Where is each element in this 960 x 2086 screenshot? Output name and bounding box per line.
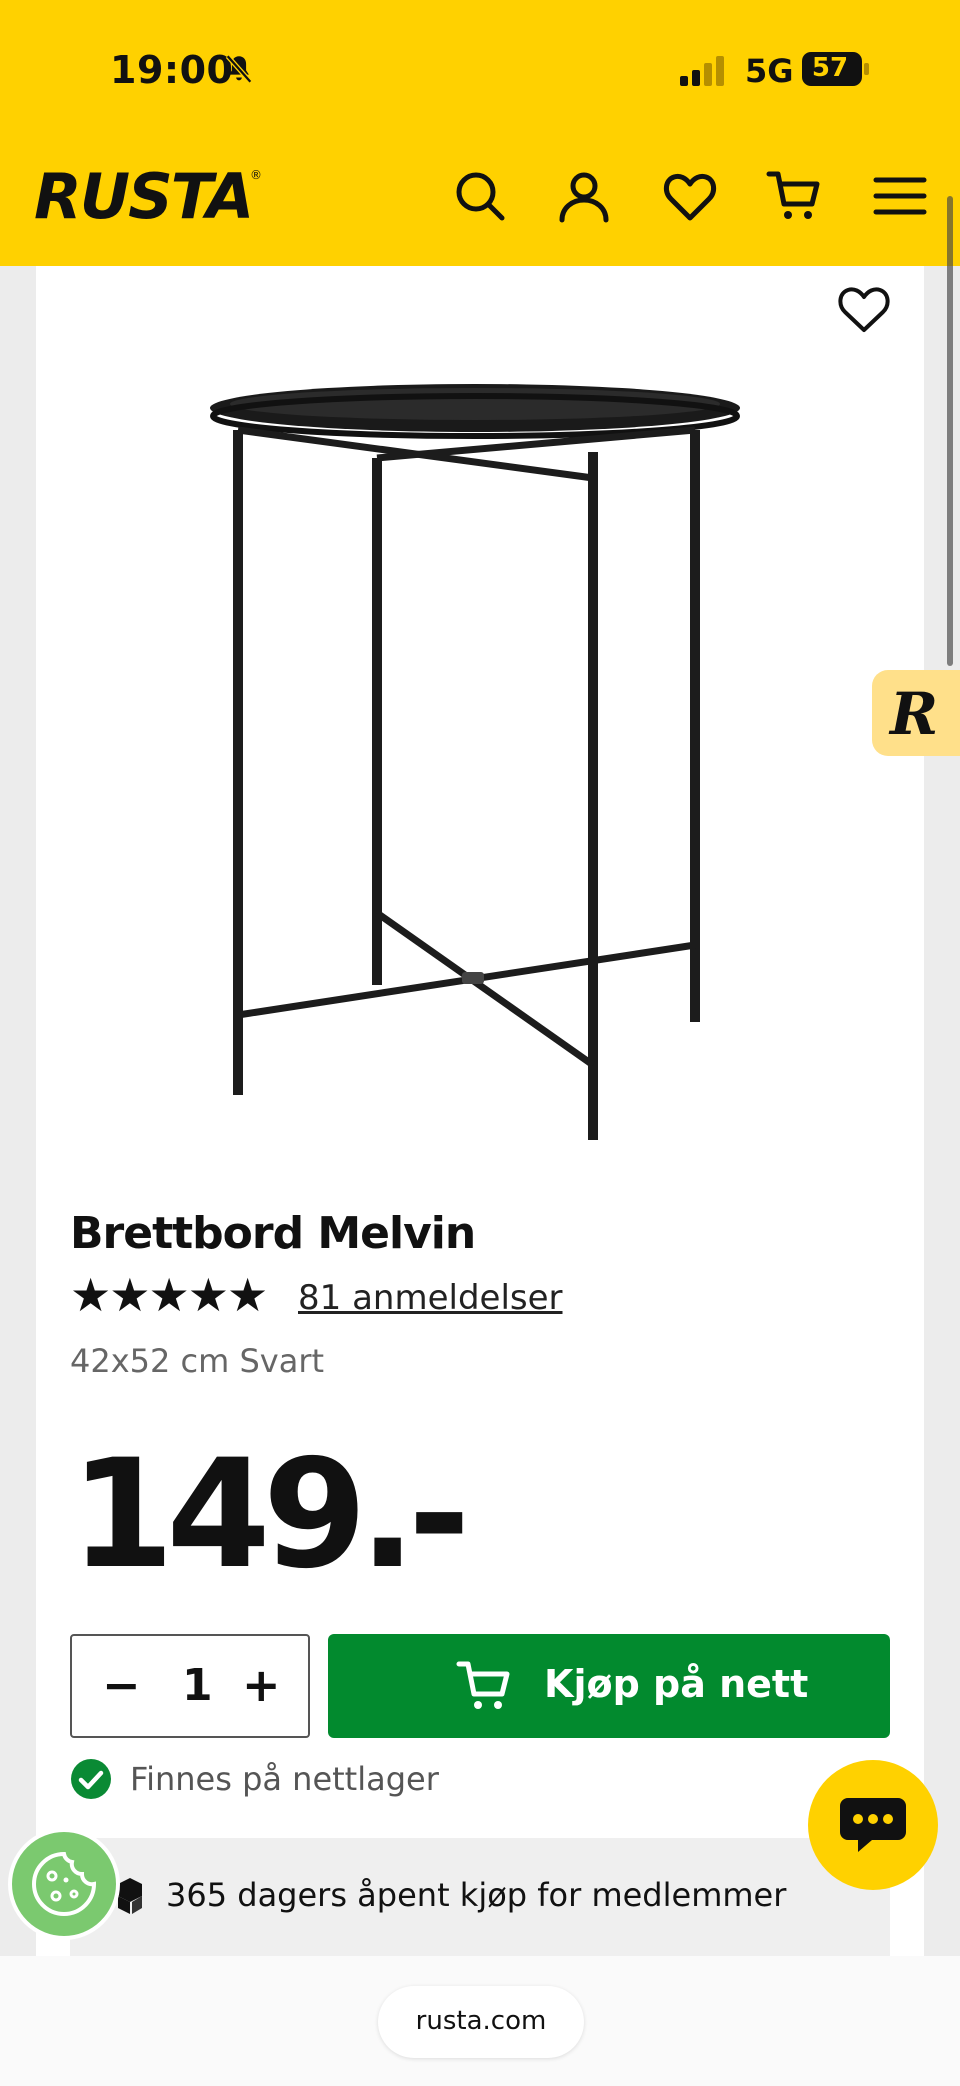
battery-level: 57 — [811, 53, 849, 83]
decrease-quantity-button[interactable]: − — [102, 1658, 141, 1712]
quantity-value[interactable]: 1 — [182, 1660, 213, 1711]
rewards-badge[interactable]: R — [872, 670, 960, 756]
rusta-logo[interactable]: RUSTA — [34, 160, 254, 233]
product-price: 149.- — [70, 1428, 470, 1602]
chat-icon — [840, 1798, 906, 1852]
cart-icon — [456, 1661, 510, 1709]
buy-online-button[interactable]: Kjøp på nett — [328, 1634, 890, 1738]
browser-bar: rusta.com — [0, 1956, 960, 2086]
scrollbar[interactable] — [947, 196, 953, 666]
network-label: 5G — [745, 52, 794, 90]
signal-icon — [680, 56, 724, 86]
reviews-link[interactable]: 81 anmeldelser — [298, 1278, 563, 1318]
wishlist-heart-icon[interactable] — [836, 284, 892, 334]
stock-status: Finnes på nettlager — [130, 1760, 439, 1798]
product-variant: 42x52 cm Svart — [70, 1342, 325, 1380]
heart-icon[interactable] — [662, 168, 718, 224]
rewards-letter: R — [890, 680, 939, 748]
address-bar[interactable]: rusta.com — [378, 1986, 584, 2058]
rating-stars: ★★★★★ — [70, 1268, 268, 1322]
account-icon[interactable] — [556, 168, 612, 224]
increase-quantity-button[interactable]: + — [242, 1658, 281, 1712]
product-image[interactable] — [200, 360, 760, 1160]
bell-muted-icon — [225, 54, 253, 84]
cookie-settings-button[interactable] — [8, 1828, 120, 1940]
registered-mark: ® — [250, 168, 262, 182]
cart-icon[interactable] — [766, 168, 822, 224]
menu-icon[interactable] — [872, 168, 928, 224]
perks-box: 365 dagers åpent kjøp for medlemmer — [70, 1838, 890, 1956]
buy-online-label: Kjøp på nett — [544, 1662, 809, 1706]
top-header: 19:00 5G 57 RUSTA ® — [0, 0, 960, 266]
perk-item: 365 dagers åpent kjøp for medlemmer — [166, 1876, 787, 1914]
quantity-stepper: − 1 + — [70, 1634, 310, 1738]
product-title: Brettbord Melvin — [70, 1208, 476, 1259]
cookie-icon — [32, 1851, 97, 1916]
check-circle-icon — [71, 1759, 111, 1799]
search-icon[interactable] — [452, 168, 508, 224]
chat-button[interactable] — [808, 1760, 938, 1890]
url-text: rusta.com — [415, 2006, 547, 2036]
status-time: 19:00 — [110, 48, 234, 92]
